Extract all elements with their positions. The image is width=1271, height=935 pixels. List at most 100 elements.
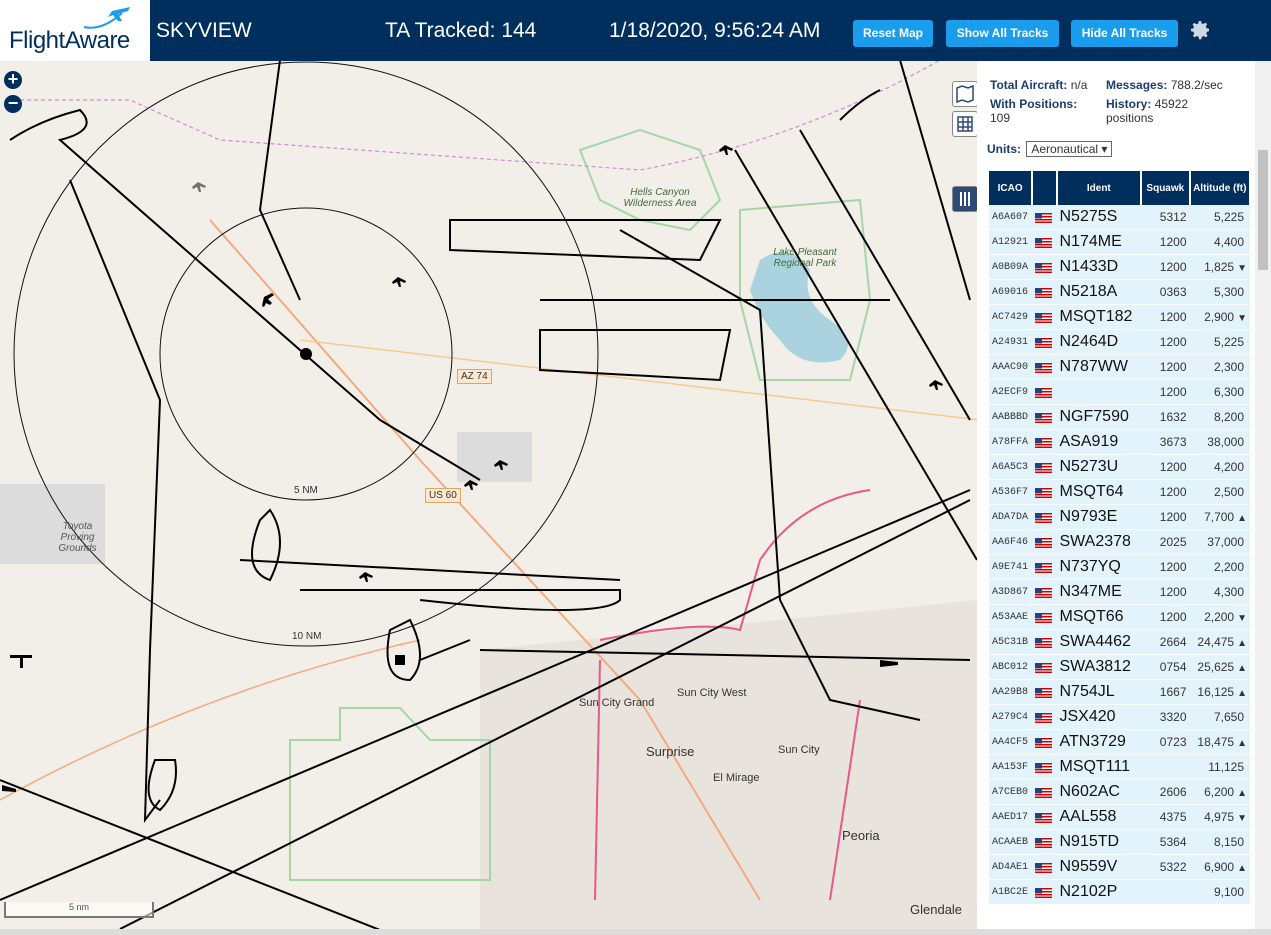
flag-cell [1032,229,1057,255]
flag-cell [1032,279,1057,305]
flightaware-logo[interactable]: FlightAware [0,0,150,61]
table-row[interactable]: AC7429 MSQT182 1200 2,900 ▼ [989,304,1250,330]
altitude-cell: 2,500 [1189,479,1250,505]
altitude-trend-icon: ▲ [1237,738,1247,749]
units-select[interactable]: Aeronautical ▾ [1026,141,1113,157]
altitude-cell: 8,150 [1189,829,1250,855]
table-row[interactable]: A2ECF9 1200 6,300 [989,379,1250,405]
zoom-in-button[interactable]: + [4,70,22,89]
squawk-cell: 1200 [1141,504,1190,530]
altitude-value: 37,000 [1207,535,1244,549]
altitude-value: 4,300 [1213,585,1244,599]
icao-cell: A24931 [989,329,1033,355]
altitude-value: 16,125 [1197,685,1235,699]
table-row[interactable]: A6A5C3 N5273U 1200 4,200 [989,454,1250,480]
table-row[interactable]: AAAC90 N787WW 1200 2,300 [989,354,1250,380]
table-row[interactable]: A3D867 N347ME 1200 4,300 [989,579,1250,605]
altitude-cell: 25,625 ▲ [1189,654,1250,680]
icao-cell: A53AAE [989,604,1033,630]
hide-all-tracks-button[interactable]: Hide All Tracks [1071,20,1178,47]
us-flag-icon [1035,762,1053,773]
col-ident[interactable]: Ident [1056,171,1143,205]
reset-map-button[interactable]: Reset Map [853,20,933,47]
table-row[interactable]: AA4CF5 ATN3729 0723 18,475 ▲ [989,729,1250,755]
table-row[interactable]: A536F7 MSQT64 1200 2,500 [989,479,1250,505]
squawk-cell: 2025 [1141,529,1190,555]
flag-cell [1032,379,1057,405]
flag-cell [1032,654,1057,680]
col-squawk[interactable]: Squawk [1141,171,1191,205]
table-row[interactable]: AA29B8 N754JL 1667 16,125 ▲ [989,679,1250,705]
gear-icon[interactable] [1188,18,1212,42]
map-layers-icon[interactable] [952,81,977,107]
altitude-cell: 6,200 ▲ [1189,779,1250,805]
zoom-out-button[interactable]: − [4,94,22,113]
altitude-cell: 18,475 ▲ [1189,729,1250,755]
altitude-value: 6,900 [1204,860,1235,874]
squawk-cell: 1200 [1141,554,1190,580]
us-flag-icon [1035,462,1053,473]
table-row[interactable]: AAED17 AAL558 4375 4,975 ▼ [989,804,1250,830]
table-row[interactable]: A5C31B SWA4462 2664 24,475 ▲ [989,629,1250,655]
table-row[interactable]: A6A607 N5275S 5312 5,225 [989,205,1250,230]
altitude-trend-icon: ▲ [1237,638,1247,649]
panel-toggle-icon[interactable] [952,186,977,212]
col-altitude[interactable]: Altitude (ft) [1189,171,1251,205]
table-row[interactable]: AABBBD NGF7590 1632 8,200 [989,404,1250,430]
table-row[interactable]: A9E741 N737YQ 1200 2,200 [989,554,1250,580]
table-row[interactable]: ABC012 SWA3812 0754 25,625 ▲ [989,654,1250,680]
aircraft-table-body: A6A607 N5275S 5312 5,225 A12921 N174ME 1200 4,4… [989,205,1250,905]
table-row[interactable]: A12921 N174ME 1200 4,400 [989,229,1250,255]
table-row[interactable]: A69016 N5218A 0363 5,300 [989,279,1250,305]
ident-cell: N602AC [1056,779,1142,805]
table-row[interactable]: ADA7DA N9793E 1200 7,700 ▲ [989,504,1250,530]
grid-icon[interactable] [952,111,977,137]
altitude-value: 8,200 [1213,410,1244,424]
total-aircraft-value: n/a [1070,78,1088,92]
table-row[interactable]: A279C4 JSX420 3320 7,650 [989,704,1250,730]
gray-area [457,432,532,482]
table-row[interactable]: A24931 N2464D 1200 5,225 [989,329,1250,355]
us-flag-icon [1035,337,1053,348]
table-row[interactable]: AD4AE1 N9559V 5322 6,900 ▲ [989,854,1250,880]
squawk-cell: 4375 [1141,804,1190,830]
ident-cell: N915TD [1056,829,1142,855]
table-row[interactable]: A78FFA ASA919 3673 38,000 [989,429,1250,455]
units-row: Units: Aeronautical ▾ [987,141,1113,157]
altitude-cell: 7,650 [1189,704,1250,730]
col-icao[interactable]: ICAO [989,171,1034,205]
flag-cell [1032,704,1057,730]
altitude-cell: 5,300 [1189,279,1250,305]
ident-cell [1056,379,1142,405]
table-row[interactable]: A53AAE MSQT66 1200 2,200 ▼ [989,604,1250,630]
show-all-tracks-button[interactable]: Show All Tracks [946,20,1059,47]
ident-cell: N5275S [1056,205,1142,230]
us-flag-icon [1035,587,1053,598]
altitude-value: 6,200 [1204,785,1235,799]
table-row[interactable]: ACAAEB N915TD 5364 8,150 [989,829,1250,855]
us-flag-icon [1035,512,1053,523]
icao-cell: A12921 [989,229,1033,255]
scrollbar-thumb[interactable] [1258,150,1268,270]
map-view[interactable]: + − Hells Canyon Wilderness Area Lake Pl… [0,61,977,929]
icao-cell: A69016 [989,279,1033,305]
icao-cell: AABBBD [989,404,1033,430]
flag-cell [1032,779,1057,805]
map-canvas [0,61,977,929]
hells-canyon-label: Hells Canyon Wilderness Area [623,187,697,209]
squawk-cell: 1200 [1141,479,1190,505]
us-flag-icon [1035,262,1053,273]
table-row[interactable]: AA153F MSQT111 11,125 [989,754,1250,780]
altitude-value: 4,400 [1213,235,1244,249]
table-row[interactable]: A1BC2E N2102P 9,100 [989,879,1250,905]
squawk-cell: 1200 [1141,354,1190,380]
altitude-value: 38,000 [1207,435,1244,449]
table-row[interactable]: A7CEB0 N602AC 2606 6,200 ▲ [989,779,1250,805]
table-row[interactable]: A0B09A N1433D 1200 1,825 ▼ [989,254,1250,280]
ident-cell: SWA4462 [1056,629,1142,655]
altitude-cell: 7,700 ▲ [1189,504,1250,530]
ident-cell: N5273U [1056,454,1142,480]
aircraft-table: ICAO Ident Squawk Altitude (ft) A6A607 N5… [989,171,1251,905]
table-row[interactable]: AA6F46 SWA2378 2025 37,000 [989,529,1250,555]
ident-cell: N347ME [1056,579,1142,605]
